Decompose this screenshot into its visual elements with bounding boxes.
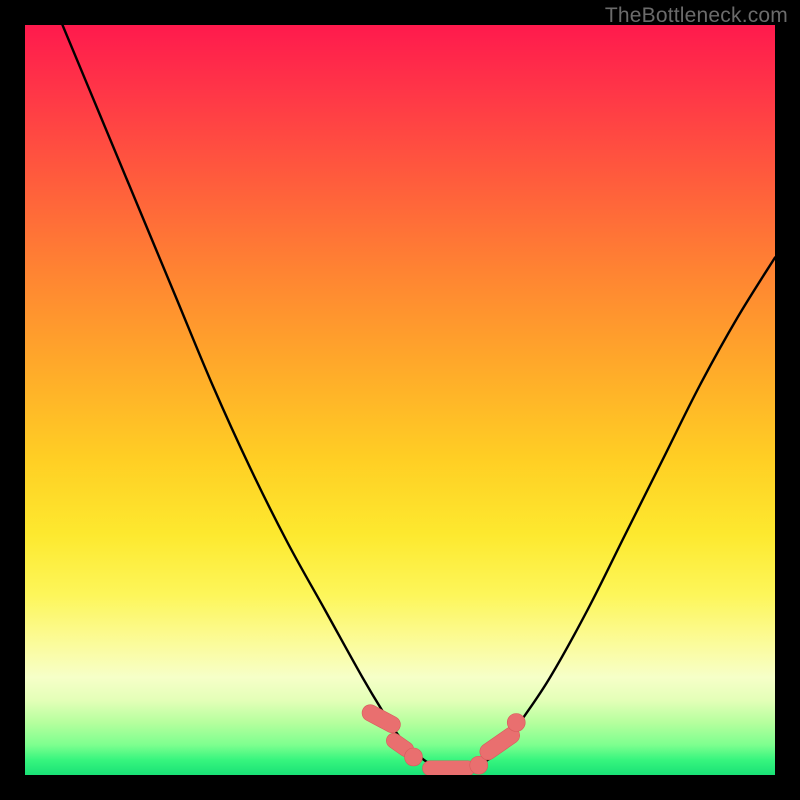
curve-layer bbox=[63, 25, 776, 768]
marker-pill bbox=[423, 761, 476, 775]
plot-area bbox=[25, 25, 775, 775]
chart-svg bbox=[25, 25, 775, 775]
marker-dot bbox=[507, 714, 525, 732]
chart-frame: TheBottleneck.com bbox=[0, 0, 800, 800]
watermark-text: TheBottleneck.com bbox=[605, 4, 788, 28]
bottleneck-curve bbox=[63, 25, 776, 768]
marker-layer bbox=[359, 702, 525, 775]
marker-dot bbox=[405, 748, 423, 766]
